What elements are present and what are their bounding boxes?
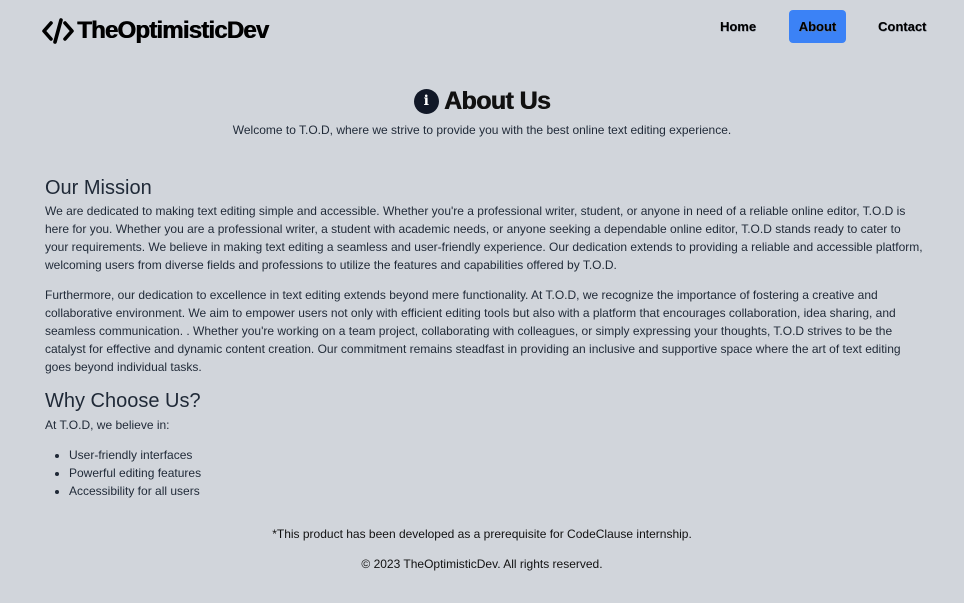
nav-link-about[interactable]: About bbox=[789, 10, 846, 43]
code-icon bbox=[42, 18, 74, 44]
main-content: Our Mission We are dedicated to making t… bbox=[45, 176, 925, 500]
hero-title-row: i About Us bbox=[413, 86, 551, 116]
list-item: Accessibility for all users bbox=[69, 482, 925, 500]
footer-copyright: © 2023 TheOptimisticDev. All rights rese… bbox=[361, 557, 603, 571]
nav-link-home[interactable]: Home bbox=[718, 10, 758, 43]
mission-heading: Our Mission bbox=[45, 177, 152, 199]
page-subtitle: Welcome to T.O.D, where we strive to pro… bbox=[232, 123, 732, 137]
why-heading: Why Choose Us? bbox=[45, 390, 201, 412]
list-item: User-friendly interfaces bbox=[69, 446, 925, 464]
nav-link-contact[interactable]: Contact bbox=[878, 10, 926, 43]
hero-section: i About Us Welcome to T.O.D, where we st… bbox=[0, 86, 964, 138]
mission-paragraph-2: Furthermore, our dedication to excellenc… bbox=[45, 288, 901, 374]
list-item: Powerful editing features bbox=[69, 464, 925, 482]
footer-note: *This product has been developed as a pr… bbox=[272, 527, 692, 541]
features-list: User-friendly interfaces Powerful editin… bbox=[45, 446, 925, 500]
navbar: TheOptimisticDev Home About Contact bbox=[0, 0, 964, 62]
mission-paragraph-1: We are dedicated to making text editing … bbox=[45, 204, 923, 272]
page-title: About Us bbox=[443, 86, 551, 115]
why-intro: At T.O.D, we believe in: bbox=[45, 418, 170, 432]
brand-logo[interactable]: TheOptimisticDev bbox=[42, 17, 269, 45]
info-icon: i bbox=[413, 88, 439, 114]
brand-name: TheOptimisticDev bbox=[77, 17, 269, 44]
